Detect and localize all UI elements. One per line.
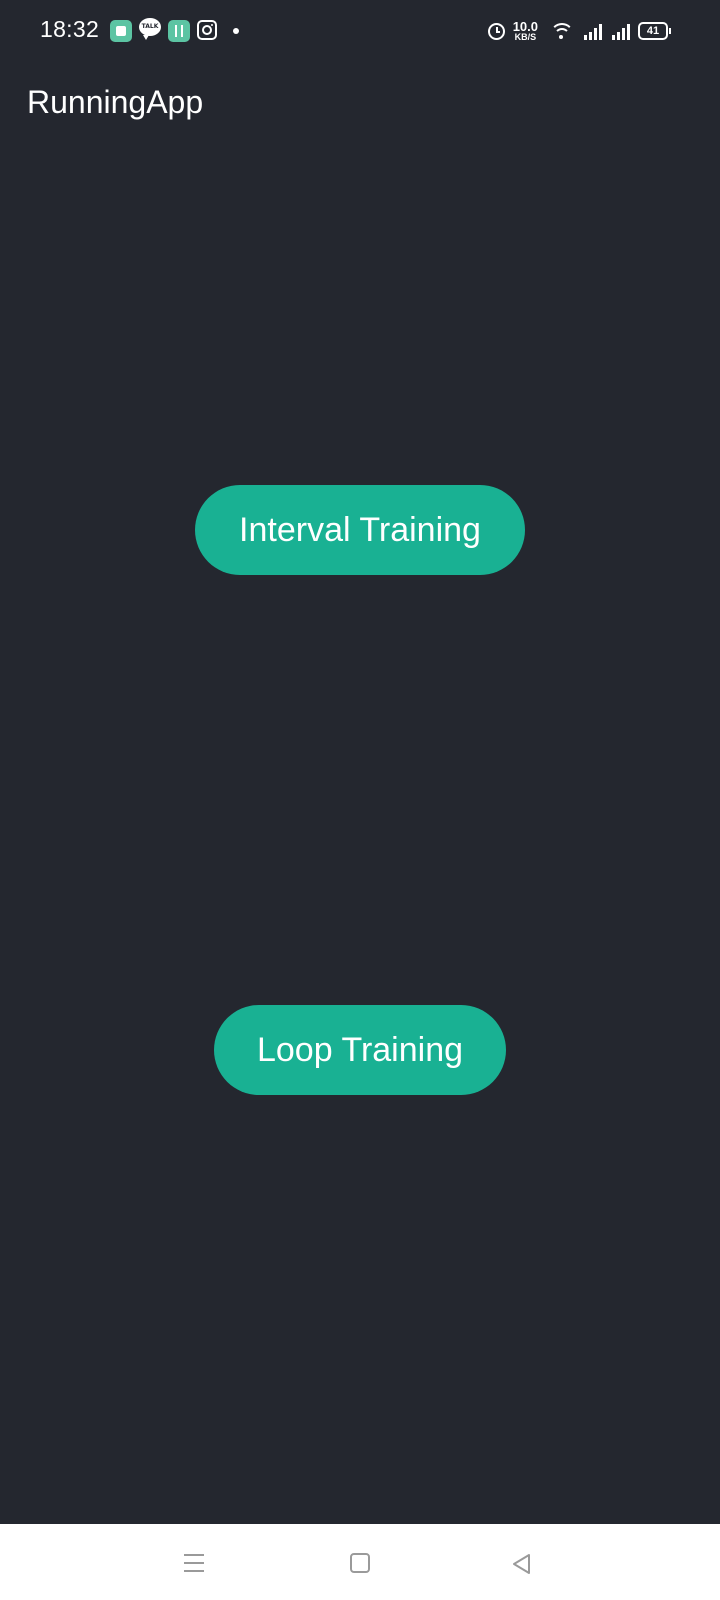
app-store-icon — [168, 20, 190, 42]
back-icon[interactable] — [510, 1552, 534, 1576]
app-title: RunningApp — [27, 84, 204, 120]
system-icons: 10.0 KB/S 41 — [487, 18, 671, 44]
network-speed: 10.0 KB/S — [513, 20, 538, 42]
alarm-icon — [487, 22, 505, 40]
instagram-icon — [197, 20, 219, 42]
app-icon — [110, 20, 132, 42]
loop-training-button[interactable]: Loop Training — [214, 1005, 506, 1095]
signal-icon — [582, 22, 602, 40]
status-time: 18:32 — [40, 16, 100, 42]
home-icon[interactable] — [350, 1553, 370, 1573]
signal-icon-2 — [610, 22, 630, 40]
kakaotalk-icon: TALK — [139, 18, 161, 42]
kakaotalk-label: TALK — [141, 23, 159, 30]
interval-training-button[interactable]: Interval Training — [195, 485, 525, 575]
more-notifications-dot — [233, 28, 239, 34]
menu-icon[interactable] — [184, 1554, 204, 1572]
battery-icon: 41 — [638, 22, 671, 40]
wifi-icon — [550, 23, 574, 39]
status-bar: 18:32 TALK 10.0 KB/S 41 — [0, 0, 720, 60]
network-speed-unit: KB/S — [514, 32, 537, 42]
navigation-bar — [0, 1524, 720, 1600]
notification-icons: TALK — [110, 18, 239, 42]
